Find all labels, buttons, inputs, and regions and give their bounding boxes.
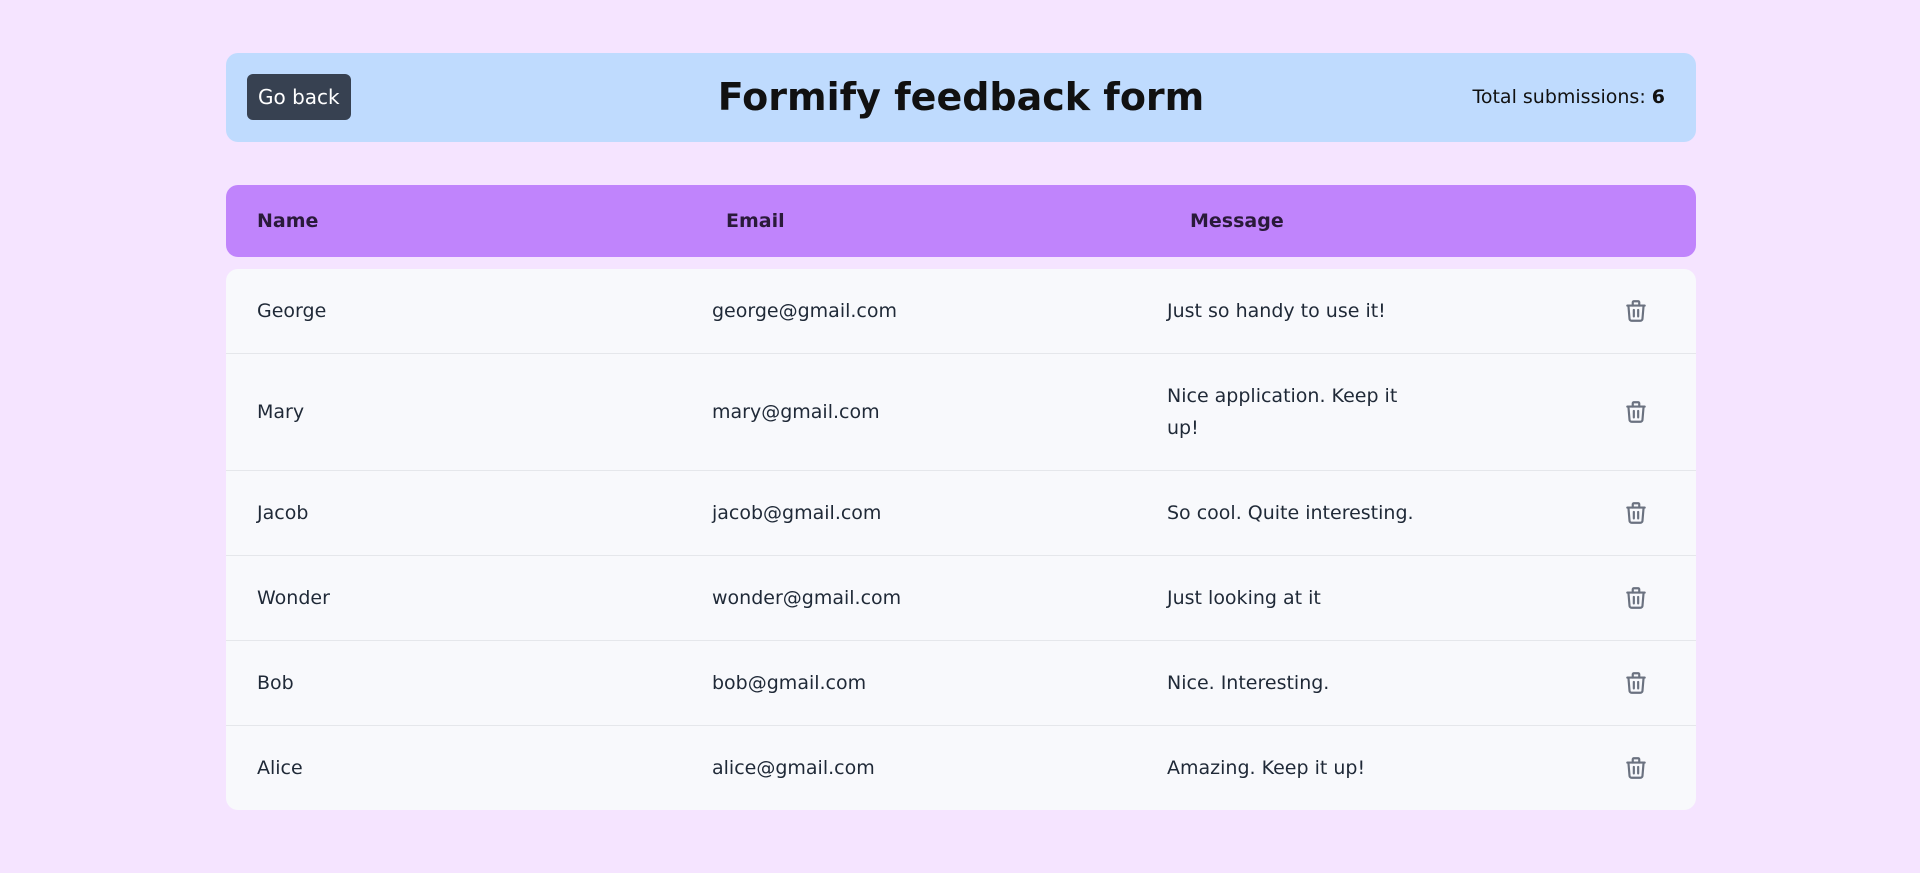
total-submissions-label: Total submissions: (1472, 86, 1646, 108)
trash-icon[interactable] (1620, 752, 1652, 784)
column-header-message: Message (1190, 210, 1284, 232)
trash-icon[interactable] (1620, 497, 1652, 529)
total-submissions: Total submissions: 6 (1472, 53, 1665, 142)
table-row: George george@gmail.com Just so handy to… (226, 269, 1696, 353)
row-message: Nice. Interesting. (1167, 672, 1330, 694)
table-row: Bob bob@gmail.com Nice. Interesting. (226, 640, 1696, 725)
row-name: Wonder (257, 587, 330, 609)
go-back-button[interactable]: Go back (247, 74, 351, 120)
trash-icon[interactable] (1620, 582, 1652, 614)
main-container: Go back Formify feedback form Total subm… (226, 53, 1696, 810)
row-name: Bob (257, 672, 294, 694)
row-message: Amazing. Keep it up! (1167, 757, 1366, 779)
row-email: george@gmail.com (712, 300, 897, 322)
row-name: George (257, 300, 327, 322)
row-name: Jacob (257, 502, 309, 524)
row-email: bob@gmail.com (712, 672, 867, 694)
total-submissions-count: 6 (1651, 86, 1665, 108)
trash-icon[interactable] (1620, 396, 1652, 428)
trash-icon[interactable] (1620, 295, 1652, 327)
row-email: jacob@gmail.com (712, 502, 882, 524)
table-header: Name Email Message (226, 185, 1696, 257)
row-email: wonder@gmail.com (712, 587, 902, 609)
table-row: Jacob jacob@gmail.com So cool. Quite int… (226, 470, 1696, 555)
column-header-name: Name (257, 210, 319, 232)
page-header: Go back Formify feedback form Total subm… (226, 53, 1696, 142)
row-name: Mary (257, 401, 305, 423)
row-message: Nice application. Keep it up! (1167, 385, 1398, 439)
column-header-email: Email (726, 210, 785, 232)
row-name: Alice (257, 757, 303, 779)
table-row: Mary mary@gmail.com Nice application. Ke… (226, 353, 1696, 470)
row-message: Just looking at it (1167, 587, 1321, 609)
row-email: mary@gmail.com (712, 401, 880, 423)
row-message: Just so handy to use it! (1167, 300, 1386, 322)
trash-icon[interactable] (1620, 667, 1652, 699)
table-row: Alice alice@gmail.com Amazing. Keep it u… (226, 725, 1696, 810)
row-email: alice@gmail.com (712, 757, 875, 779)
table-row: Wonder wonder@gmail.com Just looking at … (226, 555, 1696, 640)
row-message: So cool. Quite interesting. (1167, 502, 1414, 524)
submissions-table: George george@gmail.com Just so handy to… (226, 269, 1696, 810)
